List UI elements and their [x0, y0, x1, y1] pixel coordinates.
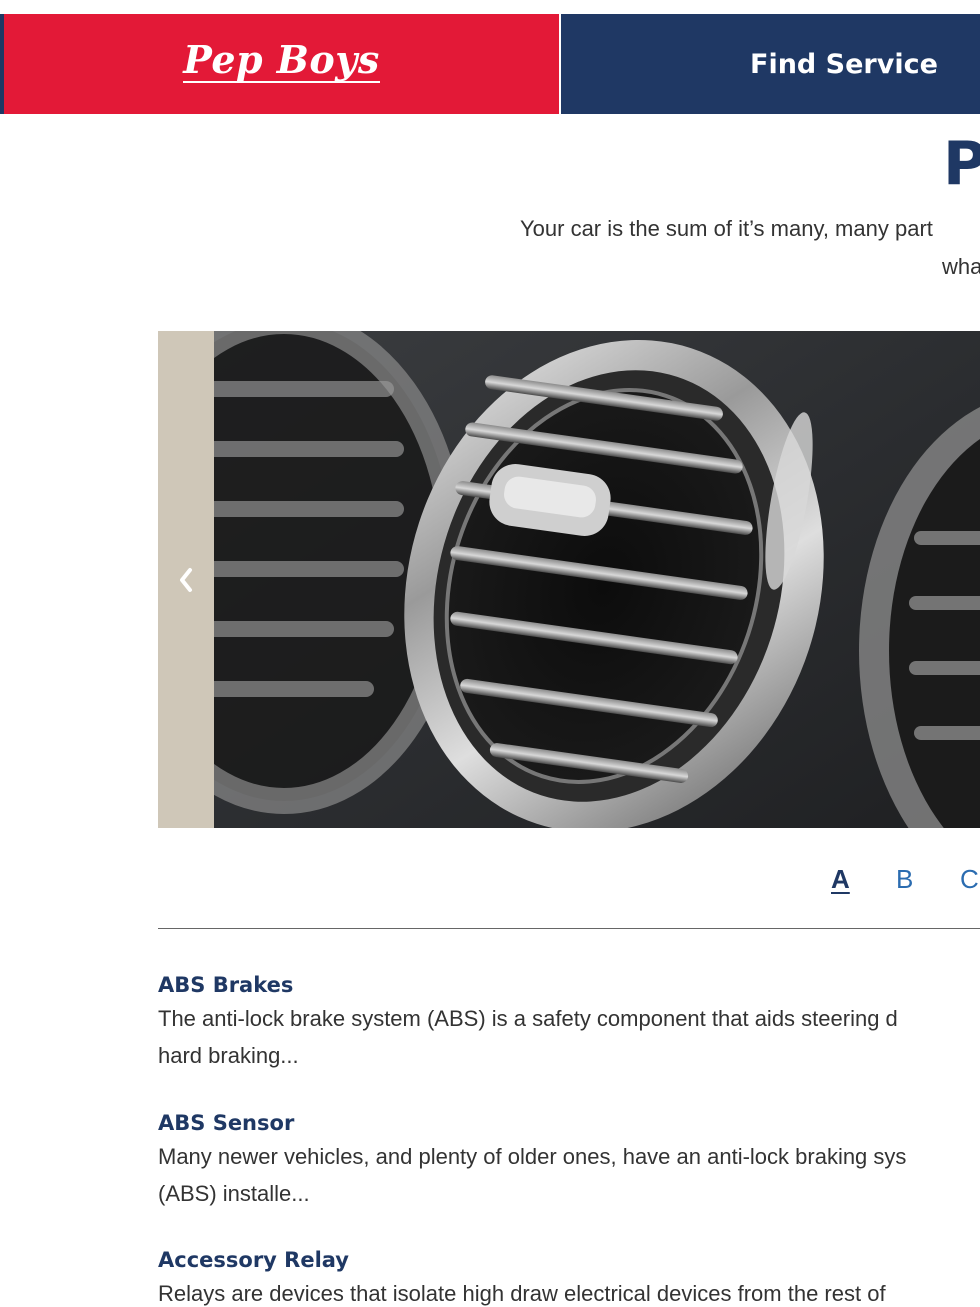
- part-title-link[interactable]: Accessory Relay: [158, 1245, 980, 1275]
- part-description: Many newer vehicles, and plenty of older…: [158, 1144, 907, 1169]
- part-title-link[interactable]: ABS Brakes: [158, 970, 980, 1000]
- list-item: Accessory Relay Relays are devices that …: [158, 1245, 980, 1307]
- alpha-letter-c[interactable]: C: [960, 862, 979, 896]
- alphabet-nav: A B C: [0, 862, 980, 896]
- part-description: The anti-lock brake system (ABS) is a sa…: [158, 1006, 898, 1031]
- section-divider: [158, 928, 980, 929]
- air-vent-illustration: [214, 331, 980, 828]
- carousel-prev-button[interactable]: [158, 331, 214, 828]
- site-header: Pep Boys Find Service: [0, 14, 980, 114]
- intro-text-line-2: wha: [942, 254, 980, 279]
- part-description: Relays are devices that isolate high dra…: [158, 1281, 886, 1306]
- intro-text-line-1: Your car is the sum of it’s many, many p…: [520, 216, 933, 241]
- chevron-left-icon: [180, 567, 192, 592]
- list-item: ABS Brakes The anti-lock brake system (A…: [158, 970, 980, 1074]
- pep-boys-logo[interactable]: Pep Boys: [183, 41, 380, 83]
- logo-area[interactable]: Pep Boys: [0, 14, 559, 114]
- part-title-link[interactable]: ABS Sensor: [158, 1108, 980, 1138]
- page: Pep Boys Find Service P Your car is the …: [0, 0, 980, 1307]
- page-title: P: [943, 129, 980, 199]
- carousel-image-air-vents: [214, 331, 980, 828]
- part-description: (ABS) installe...: [158, 1181, 310, 1206]
- find-service-link[interactable]: Find Service: [750, 49, 938, 80]
- image-carousel: [158, 331, 980, 828]
- part-description: hard braking...: [158, 1043, 299, 1068]
- alpha-letter-b[interactable]: B: [896, 862, 913, 896]
- list-item: ABS Sensor Many newer vehicles, and plen…: [158, 1108, 980, 1212]
- header-nav: Find Service: [561, 14, 980, 114]
- alpha-letter-a[interactable]: A: [831, 862, 850, 896]
